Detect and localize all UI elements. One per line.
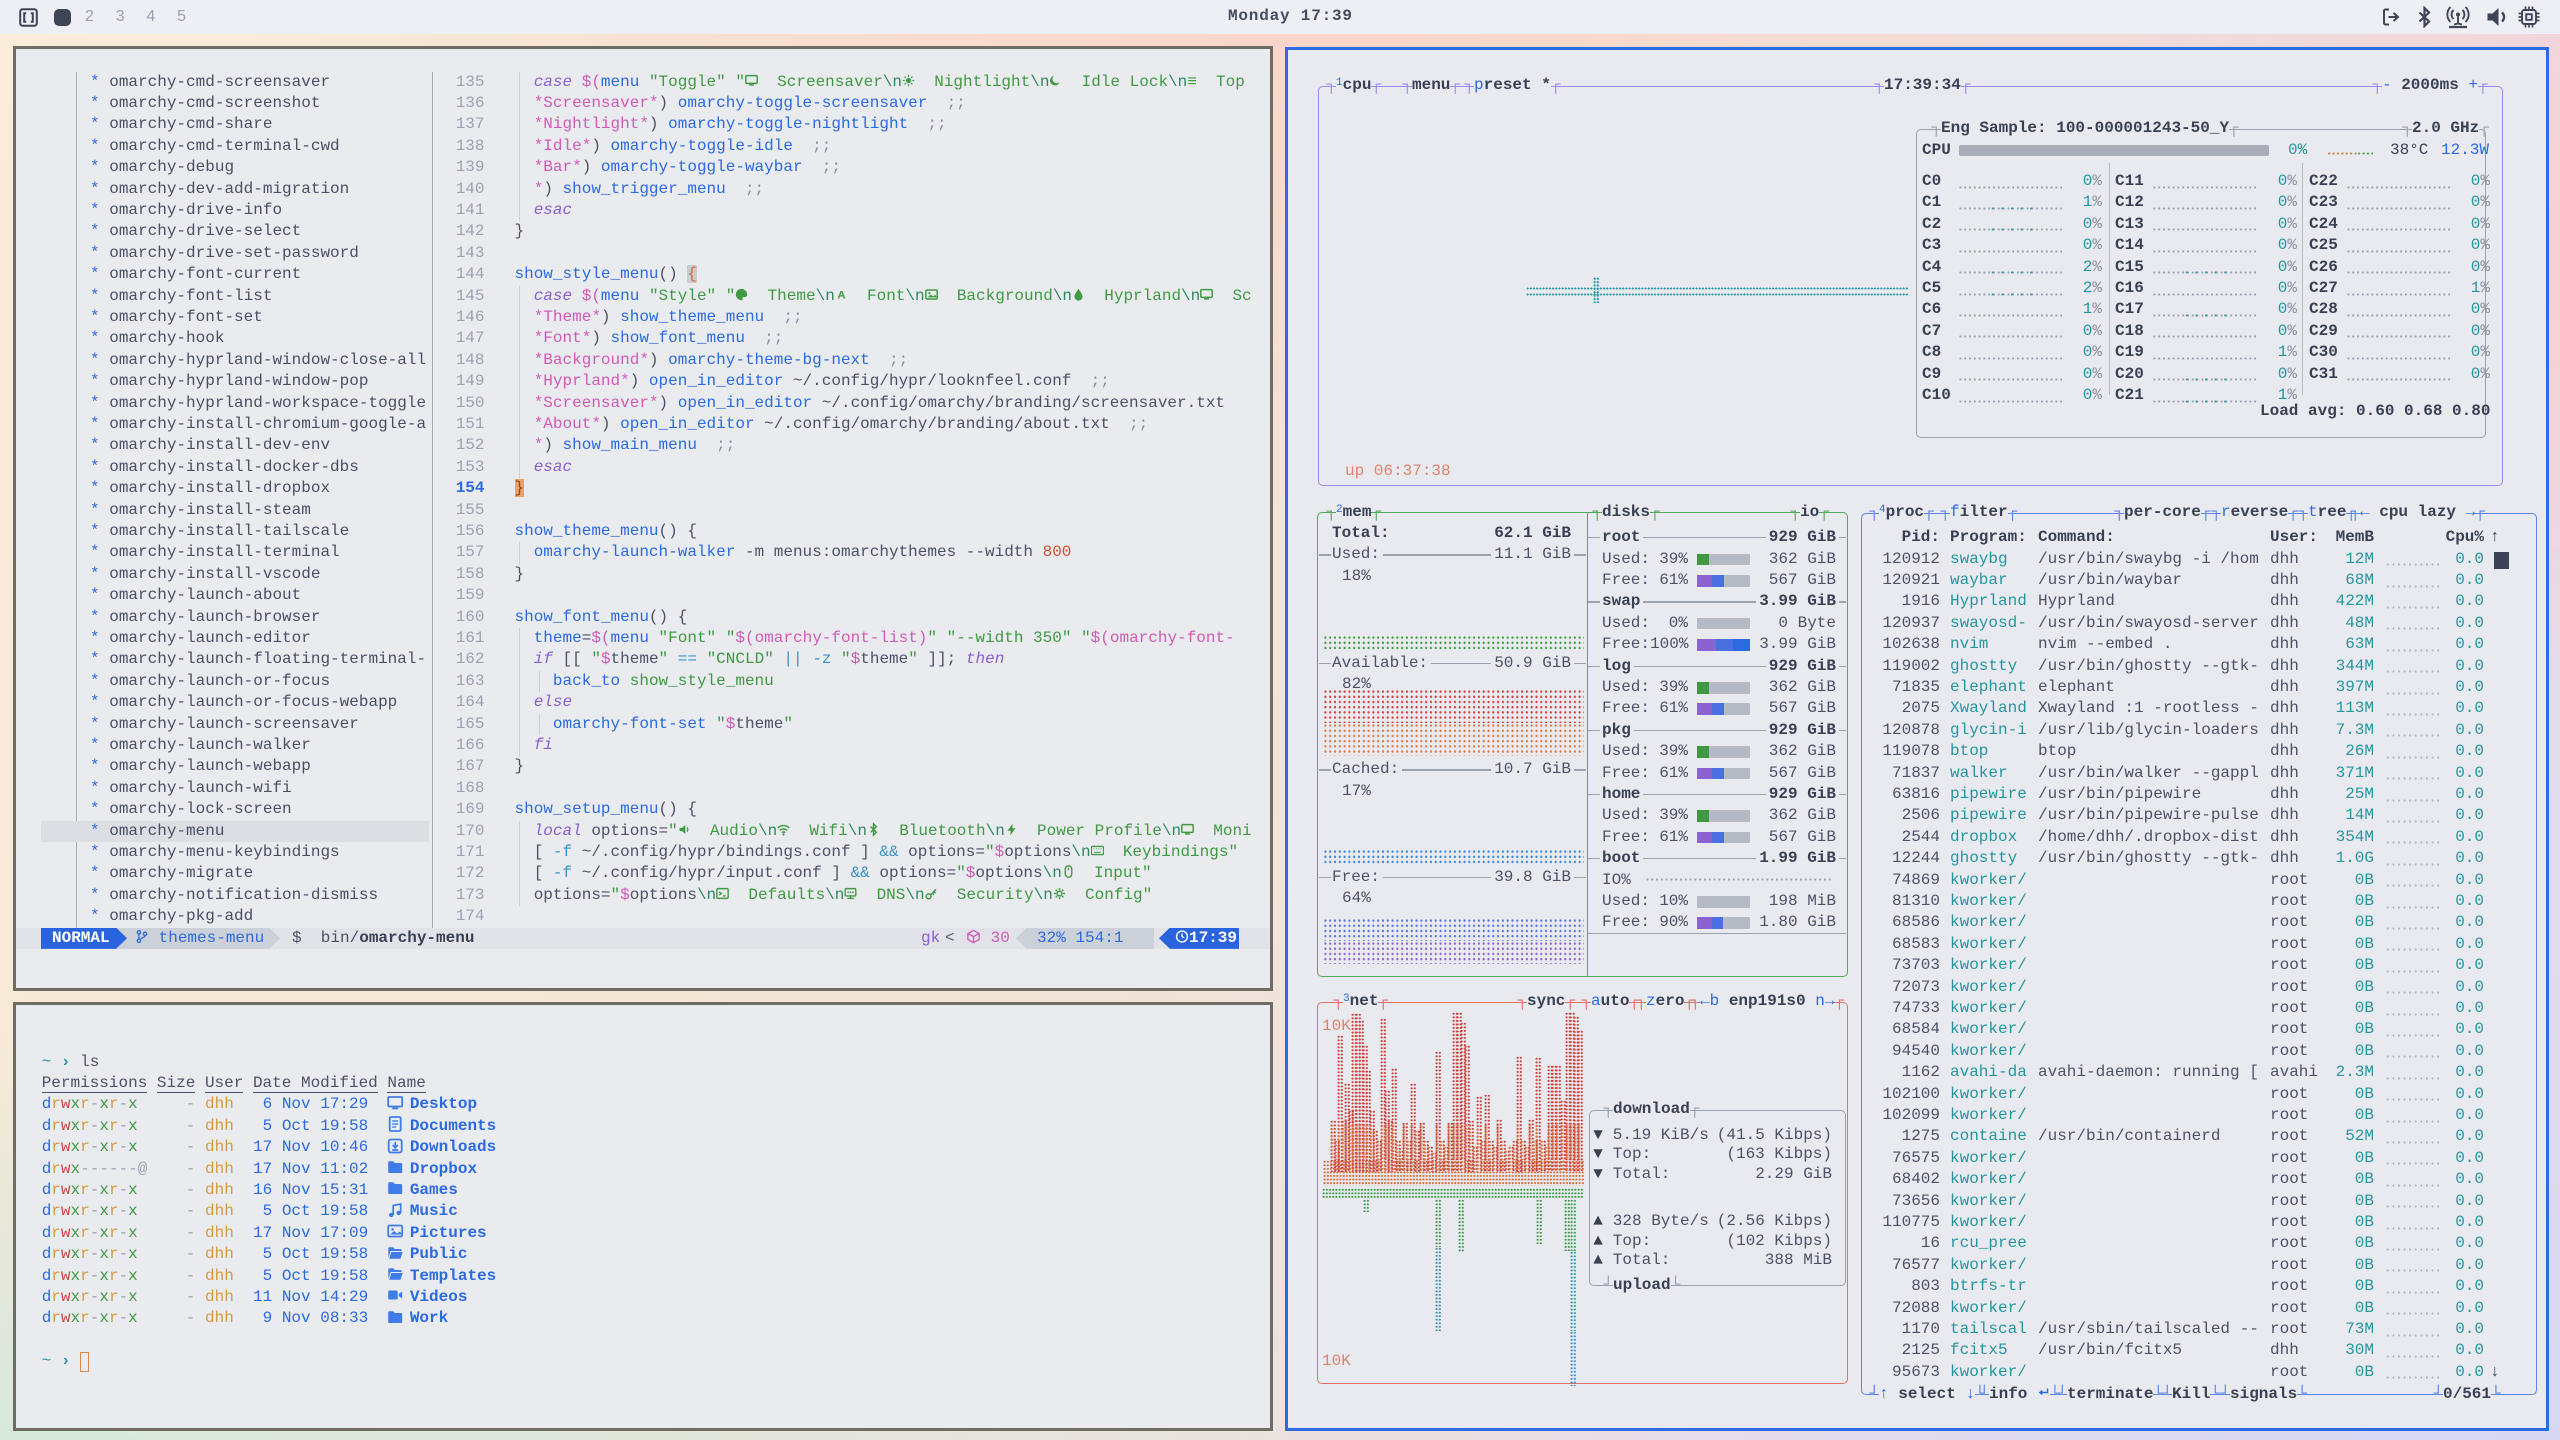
svg-text:A: A (837, 289, 845, 301)
